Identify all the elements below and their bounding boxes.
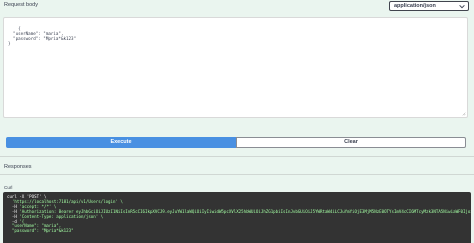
curl-line: "password": "Mpria*&k123"	[7, 228, 467, 234]
section-divider	[0, 156, 474, 157]
curl-label: Curl	[4, 185, 13, 190]
request-body-title: Request body	[4, 2, 38, 8]
chevron-down-icon	[459, 4, 465, 9]
request-body-text: { "userName": "maria", "password": "Mpri…	[8, 26, 77, 46]
execute-button[interactable]: Execute	[6, 137, 236, 148]
request-body-header: Request body application/json	[0, 0, 474, 12]
request-body-editor[interactable]: { "userName": "maria", "password": "Mpri…	[3, 17, 468, 118]
execute-actions: Execute Clear	[6, 137, 466, 148]
curl-line-string: 'Content-Type: application/json' \	[19, 213, 104, 219]
curl-command-block[interactable]: curl -X 'POST' \ 'https://localhost:7181…	[3, 192, 471, 243]
responses-divider	[0, 174, 474, 175]
clear-button[interactable]: Clear	[236, 137, 466, 148]
curl-line-string: "password": "Mpria*&k123"	[7, 228, 74, 234]
request-body-panel: Request body application/json { "userNam…	[0, 0, 474, 243]
content-type-value: application/json	[394, 3, 436, 9]
content-type-select[interactable]: application/json	[389, 1, 469, 11]
resize-handle-icon[interactable]	[462, 112, 466, 116]
responses-title: Responses	[4, 164, 32, 170]
